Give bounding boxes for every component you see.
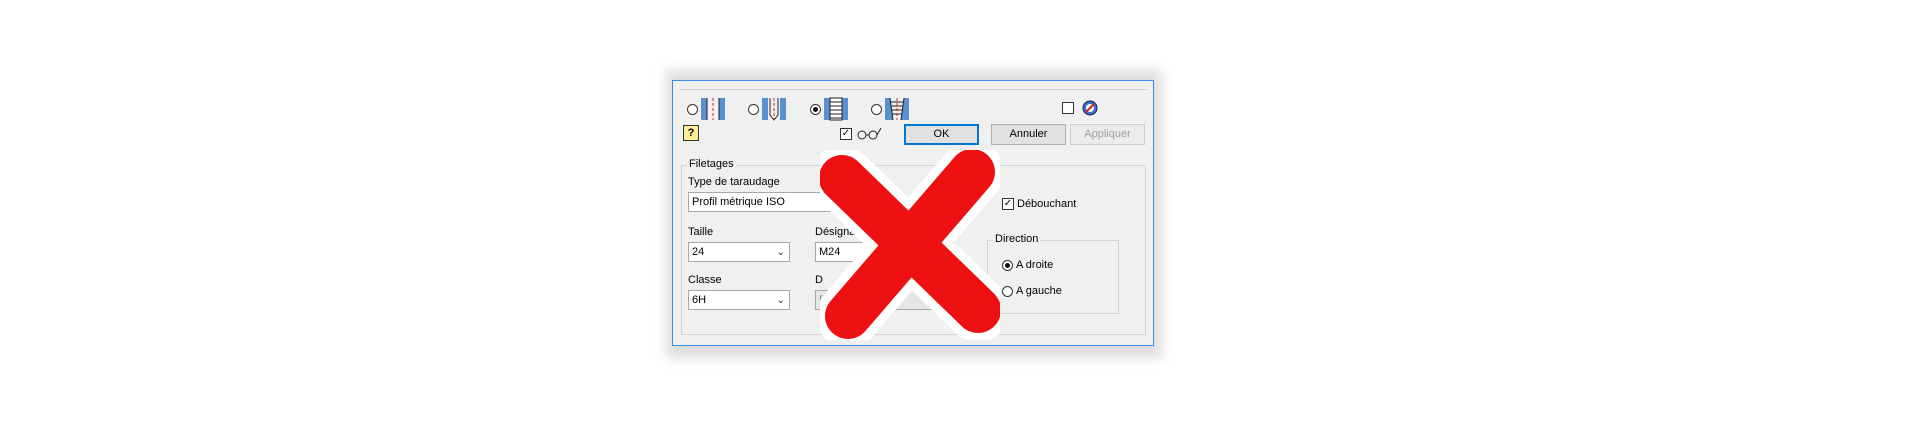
clearance-hole-icon	[762, 98, 786, 121]
class-value: 6H	[692, 294, 707, 306]
red-x-icon	[820, 150, 1000, 340]
glasses-checkbox[interactable]: ✓	[840, 128, 852, 140]
tap-type-value: Profil métrique ISO	[692, 196, 785, 208]
compass-icon[interactable]	[1082, 100, 1098, 116]
size-label: Taille	[688, 226, 714, 238]
preview-checkbox[interactable]	[1062, 102, 1074, 114]
left-hand-label: A gauche	[1016, 285, 1062, 297]
size-select[interactable]: 24 ⌄	[688, 242, 790, 262]
direction-label: Direction	[993, 233, 1041, 245]
tapped-hole-icon	[824, 97, 848, 121]
hole-type-taper-radio[interactable]	[871, 104, 882, 115]
chevron-down-icon: ⌄	[776, 295, 785, 306]
left-hand-radio[interactable]	[1002, 286, 1013, 297]
hole-type-simple-radio[interactable]	[687, 104, 698, 115]
help-icon[interactable]: ?	[683, 125, 699, 141]
hole-type-clearance-radio[interactable]	[748, 104, 759, 115]
cancel-button[interactable]: Annuler	[991, 124, 1066, 145]
size-value: 24	[692, 246, 705, 258]
top-divider	[679, 89, 1147, 90]
class-select[interactable]: 6H ⌄	[688, 290, 790, 310]
taper-tapped-hole-icon	[885, 97, 909, 121]
simple-hole-icon	[701, 98, 725, 120]
tap-type-label: Type de taraudage	[688, 176, 780, 188]
glasses-icon	[857, 127, 882, 140]
hole-type-tapped-radio[interactable]	[810, 104, 821, 115]
right-hand-label: A droite	[1016, 259, 1054, 271]
ok-button[interactable]: OK	[904, 124, 979, 145]
through-checkbox[interactable]: ✓	[1002, 198, 1014, 210]
right-hand-radio[interactable]	[1002, 260, 1013, 271]
threads-group-label: Filetages	[687, 158, 736, 170]
chevron-down-icon: ⌄	[776, 247, 785, 258]
direction-group	[987, 240, 1119, 314]
through-label: Débouchant	[1017, 198, 1077, 210]
apply-button[interactable]: Appliquer	[1070, 124, 1145, 145]
class-label: Classe	[688, 274, 722, 286]
